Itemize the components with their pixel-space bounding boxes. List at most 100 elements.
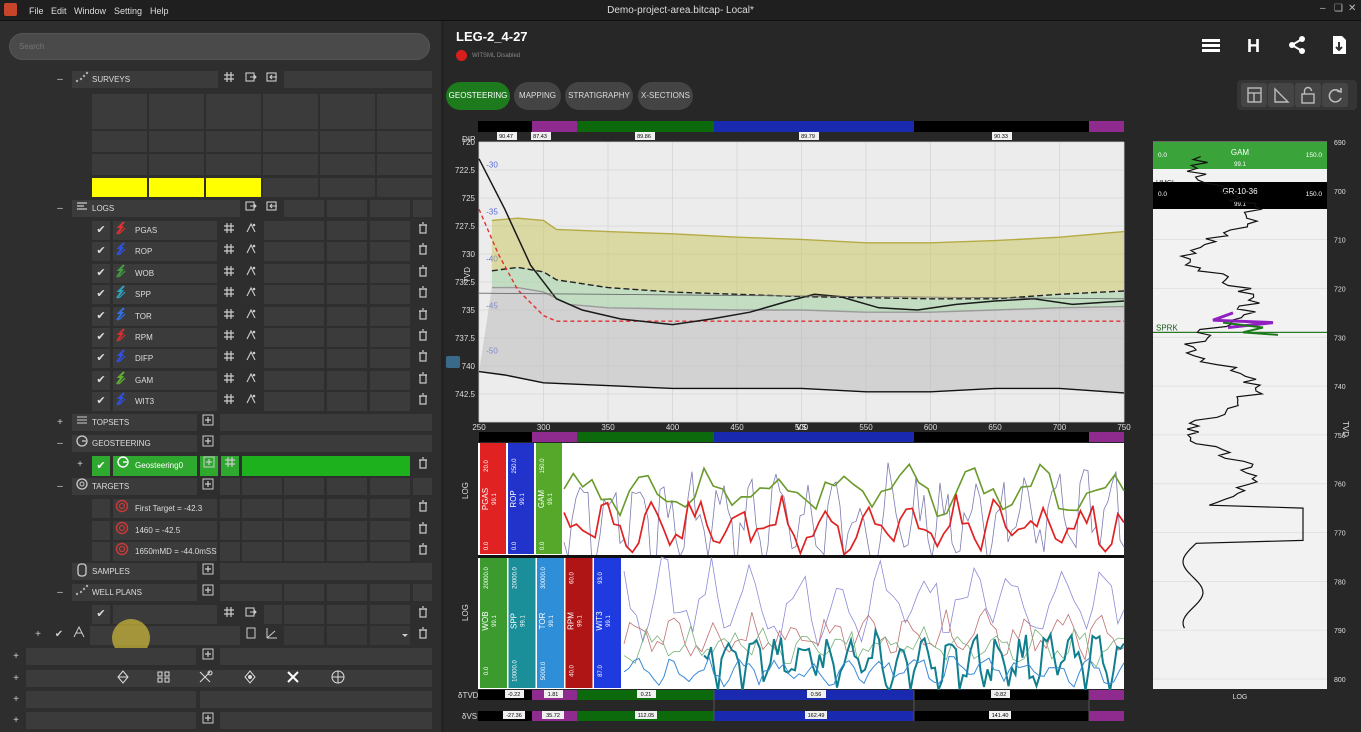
target-cell[interactable]: [370, 499, 410, 518]
trash-icon[interactable]: [415, 307, 431, 325]
add-icon[interactable]: [200, 584, 216, 601]
map-tree-icon[interactable]: [241, 670, 259, 688]
target-cell[interactable]: [370, 520, 410, 540]
grid-icon[interactable]: [221, 243, 237, 260]
geosteering-visible-checkbox[interactable]: ✔: [92, 456, 110, 476]
log-min[interactable]: [327, 328, 367, 347]
map-cross-icon[interactable]: [284, 670, 302, 688]
log-max[interactable]: [370, 285, 410, 305]
survey-cell[interactable]: [377, 131, 432, 152]
add-icon[interactable]: [200, 478, 216, 495]
grid-icon[interactable]: [221, 606, 237, 623]
log-style-icon[interactable]: [243, 329, 259, 346]
expand-stratigraphy-icon[interactable]: +: [8, 712, 24, 729]
survey-new-cell[interactable]: [92, 178, 147, 197]
target-cell[interactable]: [327, 542, 367, 561]
close-icon[interactable]: ✕: [1348, 3, 1356, 14]
trash-icon[interactable]: [415, 286, 431, 303]
trash-icon[interactable]: [415, 500, 431, 517]
log-style-icon[interactable]: [243, 350, 259, 367]
map-contour-icon[interactable]: [155, 670, 173, 688]
log-max[interactable]: [370, 328, 410, 347]
trash-icon[interactable]: [415, 521, 431, 539]
survey-cell[interactable]: [92, 131, 147, 152]
add-survey-button[interactable]: [263, 178, 318, 197]
log-style-icon[interactable]: [243, 393, 259, 410]
target-cell[interactable]: [284, 520, 324, 540]
trash-icon[interactable]: [415, 457, 431, 474]
import-icon[interactable]: [264, 71, 280, 88]
add-icon[interactable]: [200, 563, 216, 580]
target-cell[interactable]: [327, 520, 367, 540]
menu-setting[interactable]: Setting: [114, 6, 142, 16]
log-visible-checkbox[interactable]: ✔: [92, 242, 110, 262]
survey-cell[interactable]: [149, 131, 204, 152]
log-style-icon[interactable]: [243, 222, 259, 239]
grid-icon[interactable]: [221, 222, 237, 239]
target-cell[interactable]: [327, 499, 367, 518]
log-visible-checkbox[interactable]: ✔: [92, 263, 110, 283]
trash-icon[interactable]: [415, 222, 431, 239]
import-icon[interactable]: [264, 200, 280, 217]
log-visible-checkbox[interactable]: ✔: [92, 349, 110, 369]
log-min[interactable]: [327, 242, 367, 262]
add-icon[interactable]: [200, 456, 218, 476]
expand-offsets-icon[interactable]: +: [8, 648, 24, 665]
log-style-icon[interactable]: [243, 372, 259, 389]
maximize-icon[interactable]: ❏: [1334, 3, 1343, 14]
grid-icon[interactable]: [221, 372, 237, 389]
add-geosteering-icon[interactable]: +: [72, 456, 88, 473]
map-node-icon[interactable]: [197, 670, 215, 688]
survey-cell[interactable]: [92, 154, 147, 175]
survey-new-cell[interactable]: [149, 178, 204, 197]
log-min[interactable]: [327, 221, 367, 240]
collapse-geosteering-icon[interactable]: –: [52, 435, 68, 452]
confirm-icon[interactable]: ✔: [51, 626, 67, 643]
grid-icon[interactable]: [221, 393, 237, 410]
log-style-icon[interactable]: [243, 243, 259, 260]
survey-cell[interactable]: [320, 154, 375, 175]
add-plan-icon[interactable]: +: [30, 626, 46, 643]
minimize-icon[interactable]: –: [1320, 3, 1326, 14]
plan-icon[interactable]: [71, 626, 87, 643]
export-icon[interactable]: [243, 71, 259, 88]
collapse-logs-icon[interactable]: –: [52, 200, 68, 217]
survey-new-cell[interactable]: [206, 178, 261, 197]
grid-icon[interactable]: [221, 308, 237, 325]
survey-cell[interactable]: [263, 131, 318, 152]
log-min[interactable]: [327, 370, 367, 390]
grid-icon[interactable]: [221, 286, 237, 303]
log-min[interactable]: [327, 349, 367, 369]
export-icon[interactable]: [243, 200, 259, 217]
section-cross-sections[interactable]: [26, 691, 196, 708]
expand-mapping-icon[interactable]: +: [8, 670, 24, 687]
menu-window[interactable]: Window: [74, 6, 106, 16]
wellplan-cell[interactable]: [327, 605, 367, 624]
add-icon[interactable]: [200, 414, 216, 431]
log-max[interactable]: [370, 349, 410, 369]
target-cell[interactable]: [284, 542, 324, 561]
log-max[interactable]: [370, 263, 410, 283]
export-icon[interactable]: [243, 606, 259, 623]
trash-icon[interactable]: [415, 350, 431, 367]
add-icon[interactable]: [200, 712, 216, 729]
layout-icon[interactable]: [243, 627, 259, 644]
wellplan-cell[interactable]: [327, 626, 367, 645]
log-visible-checkbox[interactable]: ✔: [92, 392, 110, 412]
trash-icon[interactable]: [415, 543, 431, 560]
trash-icon[interactable]: [415, 627, 431, 644]
log-visible-checkbox[interactable]: ✔: [92, 221, 110, 240]
log-style-icon[interactable]: [243, 286, 259, 303]
log-max[interactable]: [370, 370, 410, 390]
search-input[interactable]: [9, 33, 430, 60]
trash-icon[interactable]: [415, 393, 431, 410]
survey-cell[interactable]: [320, 131, 375, 152]
target-cell[interactable]: [370, 542, 410, 561]
log-visible-checkbox[interactable]: ✔: [92, 285, 110, 305]
log-visible-checkbox[interactable]: ✔: [92, 306, 110, 326]
menu-file[interactable]: File: [29, 6, 44, 16]
map-grid-icon[interactable]: [114, 670, 132, 688]
log-max[interactable]: [370, 392, 410, 412]
survey-cell[interactable]: [206, 108, 261, 129]
trash-icon[interactable]: [415, 606, 431, 623]
